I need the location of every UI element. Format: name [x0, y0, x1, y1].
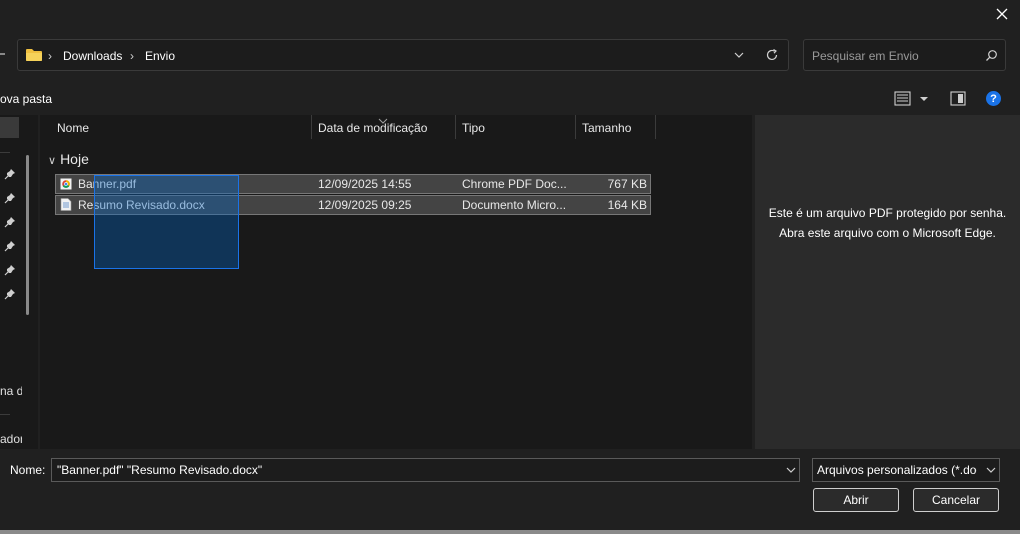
address-history-dropdown[interactable] [733, 49, 745, 61]
file-type: Chrome PDF Doc... [462, 177, 567, 191]
refresh-button[interactable] [765, 48, 779, 62]
file-size: 164 KB [607, 198, 647, 212]
toolbar [0, 82, 1020, 115]
pin-icon[interactable] [4, 240, 16, 252]
preview-pane [755, 115, 1020, 449]
folder-icon [25, 48, 43, 62]
refresh-icon [766, 48, 778, 61]
column-divider[interactable] [575, 115, 576, 139]
nav-item-partial[interactable]: na d [0, 384, 22, 398]
navigation-pane [0, 115, 38, 449]
preview-line: Abra este arquivo com o Microsoft Edge. [779, 226, 996, 240]
pin-icon[interactable] [4, 216, 16, 228]
nav-scrollbar[interactable] [26, 155, 29, 315]
preview-message: Este é um arquivo PDF protegido por senh… [755, 203, 1020, 243]
chevron-down-icon: ∨ [48, 155, 57, 167]
back-arrow-icon[interactable] [0, 47, 10, 63]
group-label: Hoje [60, 151, 89, 167]
view-options-button[interactable] [894, 91, 930, 107]
search-icon[interactable] [985, 49, 998, 62]
nav-selected-item[interactable] [0, 117, 19, 138]
chevron-down-icon [986, 467, 996, 473]
selection-marquee [94, 175, 239, 269]
file-type-filter-value: Arquivos personalizados (*.doc, [817, 463, 977, 477]
preview-pane-toggle[interactable] [950, 91, 966, 107]
file-type: Documento Micro... [462, 198, 567, 212]
chevron-down-icon [786, 467, 796, 473]
file-date: 12/09/2025 09:25 [318, 198, 412, 212]
group-header-today[interactable]: ∨ Hoje [48, 150, 89, 168]
search-placeholder: Pesquisar em Envio [812, 49, 919, 63]
file-name-dropdown[interactable] [785, 464, 797, 476]
column-header-type[interactable]: Tipo [462, 119, 485, 137]
pin-icon[interactable] [4, 192, 16, 204]
column-divider[interactable] [455, 115, 456, 139]
column-header-size[interactable]: Tamanho [582, 119, 631, 137]
file-name-label: Nome: [10, 463, 46, 477]
list-view-icon [894, 91, 928, 106]
title-bar [0, 0, 1020, 30]
document-icon [60, 198, 72, 211]
nav-divider [0, 414, 10, 415]
nav-divider [0, 152, 10, 153]
open-button[interactable]: Abrir [813, 488, 899, 512]
help-icon[interactable]: ? [986, 91, 1001, 106]
preview-pane-icon [950, 91, 966, 106]
file-date: 12/09/2025 14:55 [318, 177, 412, 191]
new-folder-button[interactable]: ova pasta [0, 91, 52, 107]
breadcrumb-separator: › [48, 49, 52, 63]
file-name-value[interactable]: "Banner.pdf" "Resumo Revisado.docx" [57, 462, 262, 478]
close-button[interactable] [990, 3, 1014, 25]
window-bottom-edge [0, 530, 1020, 534]
column-divider[interactable] [655, 115, 656, 139]
pin-icon[interactable] [4, 288, 16, 300]
pin-icon[interactable] [4, 168, 16, 180]
breadcrumb-envio[interactable]: Envio [145, 48, 175, 64]
chrome-pdf-icon [60, 178, 72, 190]
chevron-down-icon [734, 52, 744, 58]
pin-icon[interactable] [4, 264, 16, 276]
cancel-button[interactable]: Cancelar [913, 488, 999, 512]
column-header-date[interactable]: Data de modificação [318, 119, 427, 137]
column-divider[interactable] [311, 115, 312, 139]
breadcrumb-separator: › [130, 49, 134, 63]
breadcrumb-downloads[interactable]: Downloads [63, 48, 122, 64]
column-header-name[interactable]: Nome [57, 119, 89, 137]
nav-item-partial[interactable]: ador [0, 432, 22, 446]
file-type-dropdown[interactable] [985, 464, 997, 476]
file-size: 767 KB [607, 177, 647, 191]
preview-line: Este é um arquivo PDF protegido por senh… [768, 206, 1007, 220]
file-list-pane [40, 115, 752, 449]
close-icon [996, 8, 1008, 20]
